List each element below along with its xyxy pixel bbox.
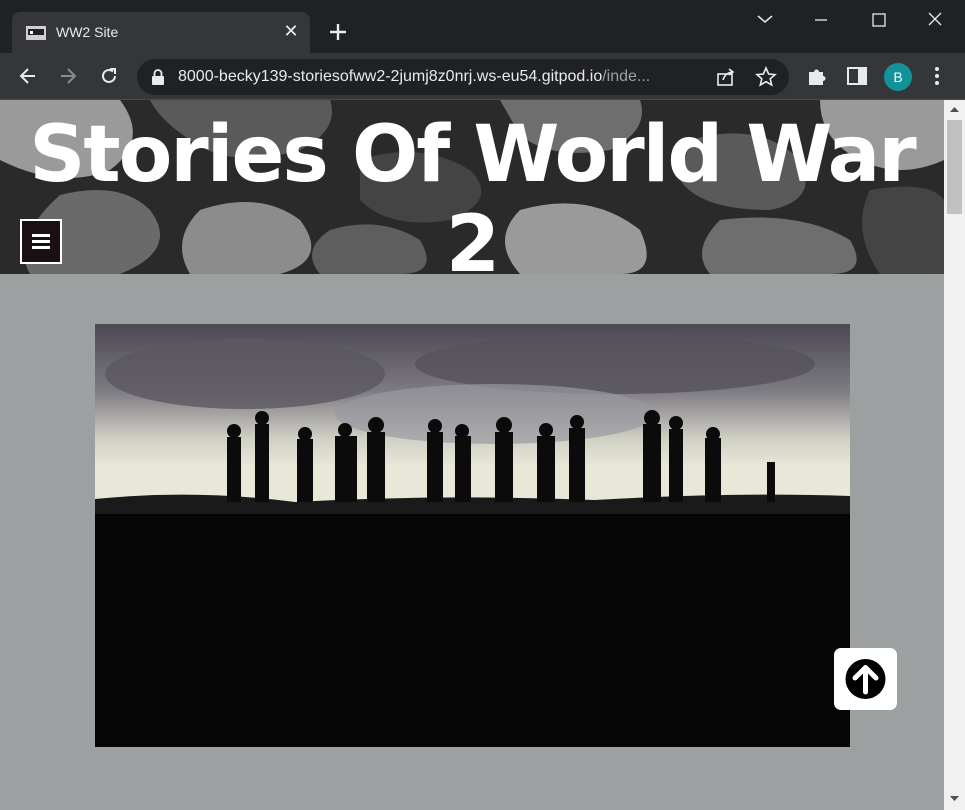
menu-dots-icon[interactable]	[926, 65, 948, 87]
hamburger-menu-button[interactable]	[20, 219, 62, 264]
url-host: 8000-becky139-storiesofww2-2jumj8z0nrj.w…	[178, 68, 603, 85]
close-window-icon[interactable]	[920, 8, 950, 32]
profile-avatar[interactable]: B	[884, 63, 912, 91]
back-icon[interactable]	[17, 65, 39, 87]
maximize-icon[interactable]	[864, 8, 894, 32]
browser-tab[interactable]: WW2 Site ✕	[12, 12, 310, 53]
soldiers-silhouette-image	[95, 324, 850, 747]
url-text[interactable]: 8000-becky139-storiesofww2-2jumj8z0nrj.w…	[178, 68, 698, 86]
page-scrollbar[interactable]	[944, 100, 965, 810]
favicon-icon	[26, 26, 46, 40]
site-title: Stories Of World War 2	[29, 110, 917, 274]
arrow-up-circle-icon	[845, 659, 886, 699]
scroll-up-arrow-icon[interactable]	[944, 102, 965, 118]
share-icon[interactable]	[715, 66, 737, 88]
back-to-top-button[interactable]	[834, 648, 897, 710]
address-bar[interactable]: 8000-becky139-storiesofww2-2jumj8z0nrj.w…	[137, 59, 789, 95]
hero-image	[95, 324, 850, 747]
site-header: Stories Of World War 2	[0, 100, 944, 274]
url-path: /inde...	[602, 68, 651, 85]
browser-toolbar: 8000-becky139-storiesofww2-2jumj8z0nrj.w…	[0, 53, 965, 100]
extensions-icon[interactable]	[806, 65, 828, 87]
page-viewport: Stories Of World War 2	[0, 100, 944, 810]
scroll-down-arrow-icon[interactable]	[944, 790, 965, 806]
forward-icon[interactable]	[57, 65, 79, 87]
tab-search-icon[interactable]	[750, 8, 780, 32]
hamburger-icon	[32, 234, 50, 249]
lock-icon[interactable]	[151, 69, 165, 85]
scrollbar-thumb[interactable]	[947, 120, 962, 214]
minimize-icon[interactable]	[806, 8, 836, 32]
tab-title: WW2 Site	[56, 24, 119, 40]
new-tab-icon[interactable]	[326, 20, 350, 44]
tab-close-icon[interactable]: ✕	[282, 23, 300, 41]
tab-strip: WW2 Site ✕	[0, 0, 965, 53]
reload-icon[interactable]	[98, 65, 120, 87]
star-icon[interactable]	[755, 66, 777, 88]
side-panel-icon[interactable]	[846, 65, 868, 87]
browser-window: WW2 Site ✕ 8000-becky139-storiesofww2-2j…	[0, 0, 965, 810]
